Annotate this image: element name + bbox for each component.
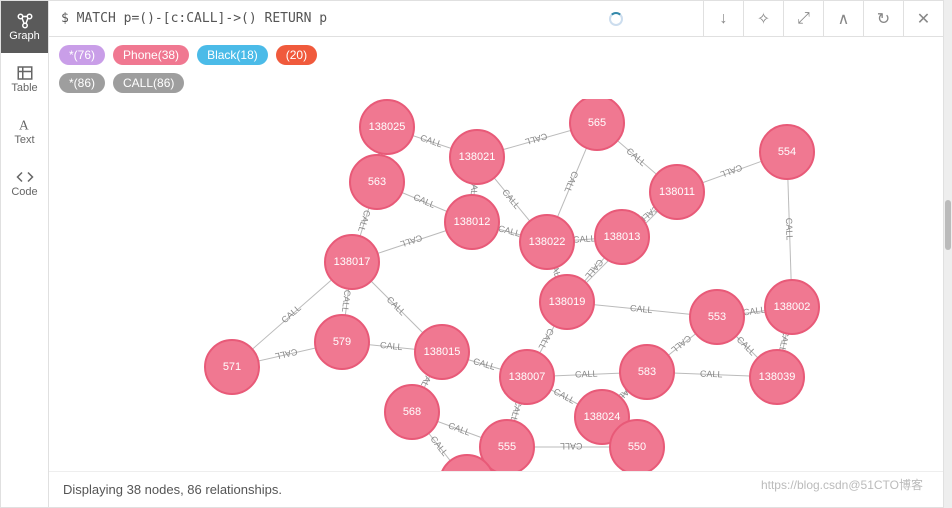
refresh-button[interactable]: ↻ — [863, 1, 903, 37]
graph-node[interactable]: 138019 — [539, 274, 595, 330]
graph-node[interactable]: 138025 — [359, 99, 415, 155]
sidebar-item-text[interactable]: A Text — [1, 105, 48, 157]
watermark: https://blog.csdn@51CTO博客 — [761, 476, 923, 493]
chevron-up-icon: ∧ — [838, 9, 850, 29]
pin-button[interactable]: ✧ — [743, 1, 783, 37]
edge-label: CALL — [380, 340, 403, 352]
sidebar-label: Text — [14, 134, 34, 146]
result-toolbar: ↓ ✧ ⤢ ∧ ↻ ✕ — [703, 1, 943, 37]
node-label-chips: *(76) Phone(38) Black(18) (20) — [49, 37, 943, 73]
graph-node[interactable]: 583 — [619, 344, 675, 400]
table-icon — [15, 64, 35, 82]
sidebar-item-table[interactable]: Table — [1, 53, 48, 105]
graph-node[interactable]: 138012 — [444, 194, 500, 250]
loading-spinner — [609, 12, 623, 26]
chip-star[interactable]: *(76) — [59, 45, 105, 65]
edge-label: CALL — [783, 217, 794, 240]
edge-label: CALL — [572, 233, 595, 244]
sidebar-label: Table — [11, 82, 37, 94]
status-text: Displaying 38 nodes, 86 relationships. — [63, 482, 282, 497]
download-icon: ↓ — [720, 10, 728, 28]
refresh-icon: ↻ — [877, 9, 890, 29]
expand-button[interactable]: ⤢ — [783, 1, 823, 37]
graph-node[interactable]: 138017 — [324, 234, 380, 290]
expand-icon: ⤢ — [797, 10, 810, 28]
chip-rel[interactable]: CALL(86) — [113, 73, 184, 93]
graph-canvas[interactable]: 1380255655545631380211380111380121380221… — [49, 99, 943, 471]
graph-node[interactable]: 563 — [349, 154, 405, 210]
sidebar-item-code[interactable]: Code — [1, 157, 48, 209]
graph-node[interactable]: 138011 — [649, 164, 705, 220]
code-icon — [15, 168, 35, 186]
graph-node[interactable]: 550 — [609, 419, 665, 471]
relationship-chips: *(86) CALL(86) — [49, 73, 943, 99]
query-bar: $ MATCH p=()-[c:CALL]->() RETURN p ↓ ✧ ⤢… — [49, 1, 943, 37]
sidebar-label: Graph — [9, 30, 40, 42]
graph-node[interactable]: 571 — [204, 339, 260, 395]
graph-node[interactable]: 138039 — [749, 349, 805, 405]
graph-node[interactable]: 554 — [759, 124, 815, 180]
download-button[interactable]: ↓ — [703, 1, 743, 37]
edge-label: CALL — [700, 368, 723, 379]
graph-node[interactable]: 138021 — [449, 129, 505, 185]
graph-node[interactable]: 553 — [689, 289, 745, 345]
query-text[interactable]: $ MATCH p=()-[c:CALL]->() RETURN p — [49, 11, 609, 26]
collapse-button[interactable]: ∧ — [823, 1, 863, 37]
main-panel: $ MATCH p=()-[c:CALL]->() RETURN p ↓ ✧ ⤢… — [49, 1, 943, 507]
graph-node[interactable]: 138002 — [764, 279, 820, 335]
scrollbar-thumb[interactable] — [945, 200, 951, 250]
edge-label: CALL — [630, 302, 653, 314]
graph-node[interactable]: 138022 — [519, 214, 575, 270]
edge-label: CALL — [575, 368, 598, 379]
view-sidebar: Graph Table A Text Code — [1, 1, 49, 507]
sidebar-item-graph[interactable]: Graph — [1, 1, 48, 53]
close-button[interactable]: ✕ — [903, 1, 943, 37]
graph-node[interactable]: 568 — [384, 384, 440, 440]
chip-black[interactable]: Black(18) — [197, 45, 268, 65]
text-icon: A — [15, 116, 35, 134]
sidebar-label: Code — [11, 186, 37, 198]
graph-icon — [15, 12, 35, 30]
graph-node[interactable]: 138015 — [414, 324, 470, 380]
edge-label: CALL — [560, 441, 583, 451]
pin-icon: ✧ — [757, 9, 770, 29]
chip-rel[interactable]: *(86) — [59, 73, 105, 93]
graph-node[interactable]: 579 — [314, 314, 370, 370]
close-icon: ✕ — [917, 9, 930, 29]
graph-node[interactable]: 138013 — [594, 209, 650, 265]
chip-n20[interactable]: (20) — [276, 45, 317, 65]
svg-text:A: A — [19, 118, 29, 133]
chip-phone[interactable]: Phone(38) — [113, 45, 189, 65]
page-scrollbar[interactable] — [944, 0, 952, 508]
graph-node[interactable]: 138007 — [499, 349, 555, 405]
